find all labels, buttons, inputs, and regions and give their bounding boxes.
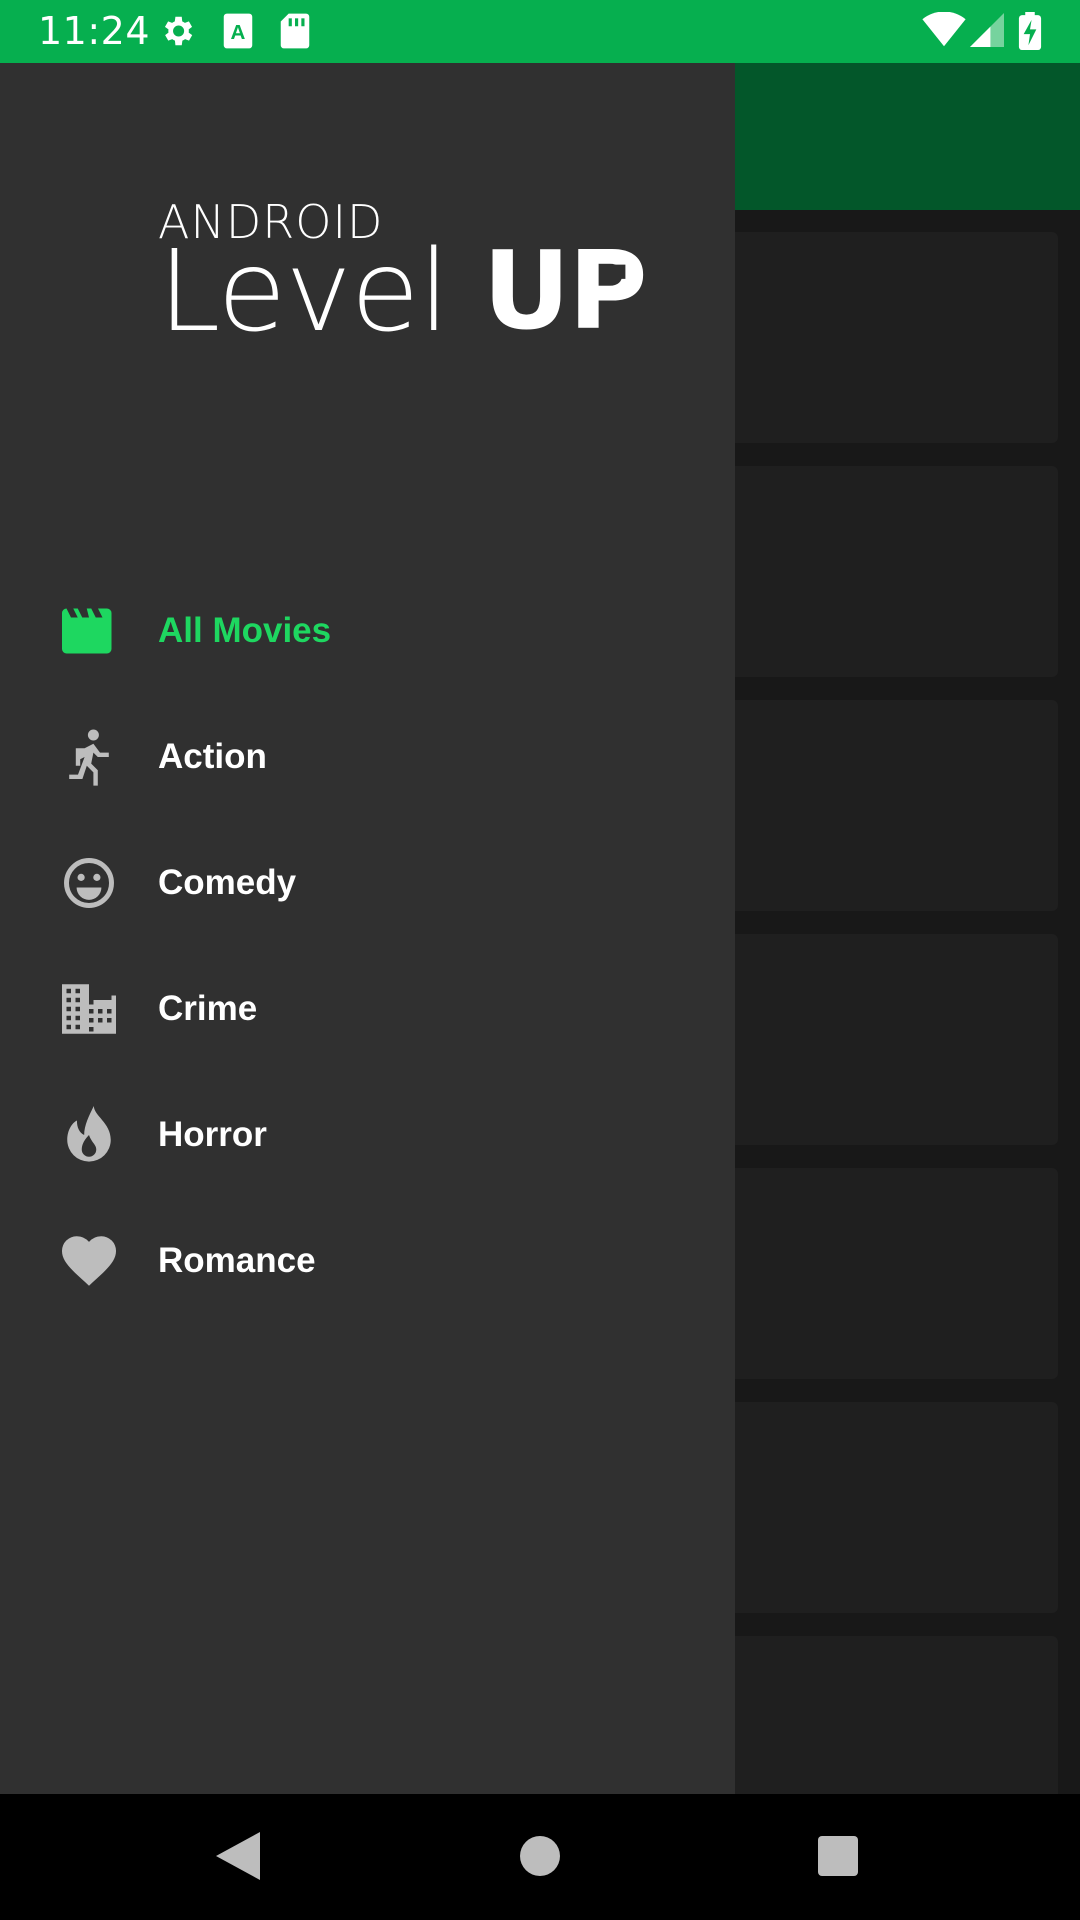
heart-icon xyxy=(61,1233,117,1289)
movie-card[interactable] xyxy=(700,700,1058,911)
system-nav-bar xyxy=(0,1794,1080,1920)
menu-item-label: Comedy xyxy=(158,863,297,902)
cell-signal-icon xyxy=(970,12,1004,53)
movie-clapper-icon xyxy=(61,603,117,659)
menu-item-crime[interactable]: Crime xyxy=(0,946,735,1072)
menu-item-label: Action xyxy=(158,737,267,776)
brand-logo: ANDROID Level UP xyxy=(158,198,648,357)
battery-charging-icon xyxy=(1018,12,1042,55)
menu-item-horror[interactable]: Horror xyxy=(0,1072,735,1198)
movie-card[interactable] xyxy=(700,232,1058,443)
menu-item-comedy[interactable]: Comedy xyxy=(0,820,735,946)
status-bar: 11:24 A xyxy=(0,0,1080,63)
wifi-icon xyxy=(922,11,966,53)
navigation-drawer: ANDROID Level UP All Movies Action Comed… xyxy=(0,63,735,1794)
running-person-icon xyxy=(61,729,117,786)
genre-menu: All Movies Action Comedy Crime Horror Ro… xyxy=(0,568,735,1324)
brand-up-text: UP xyxy=(482,229,648,354)
sd-card-icon xyxy=(280,12,310,55)
accessibility-a-icon: A xyxy=(222,12,254,55)
movie-card[interactable] xyxy=(700,466,1058,677)
smiley-face-icon xyxy=(61,855,117,911)
menu-item-label: Romance xyxy=(158,1241,316,1280)
menu-item-label: Horror xyxy=(158,1115,267,1154)
back-icon[interactable] xyxy=(216,1832,260,1885)
building-icon xyxy=(61,981,117,1037)
menu-item-label: All Movies xyxy=(158,611,332,650)
gear-icon xyxy=(158,12,196,55)
menu-item-romance[interactable]: Romance xyxy=(0,1198,735,1324)
recents-icon[interactable] xyxy=(818,1832,858,1885)
movie-card[interactable] xyxy=(700,1636,1058,1794)
status-time: 11:24 xyxy=(38,9,151,53)
brand-level-text: Level xyxy=(158,227,450,357)
menu-item-all-movies[interactable]: All Movies xyxy=(0,568,735,694)
svg-text:A: A xyxy=(231,21,246,44)
movie-card[interactable] xyxy=(700,934,1058,1145)
menu-item-action[interactable]: Action xyxy=(0,694,735,820)
menu-item-label: Crime xyxy=(158,989,258,1028)
arrow-up-right-icon xyxy=(604,264,625,285)
flame-icon xyxy=(61,1106,117,1163)
home-icon[interactable] xyxy=(520,1832,560,1885)
movie-card[interactable] xyxy=(700,1402,1058,1613)
movie-card[interactable] xyxy=(700,1168,1058,1379)
